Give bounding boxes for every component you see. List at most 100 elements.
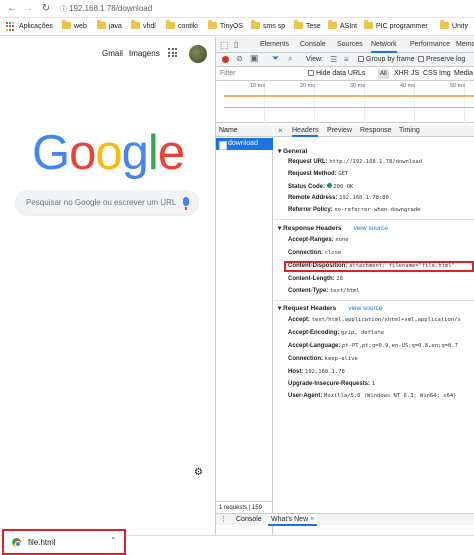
record-icon[interactable]: [222, 56, 229, 63]
folder-icon: [131, 20, 140, 29]
tab-network[interactable]: Network: [371, 37, 397, 53]
forward-icon[interactable]: →: [22, 3, 34, 15]
tab-headers[interactable]: Headers: [292, 125, 319, 137]
drawer-tabbar: ⋮ Console What's New ×: [216, 513, 474, 526]
gmail-link[interactable]: Gmail: [102, 49, 123, 58]
bookmark-vhdl[interactable]: vhdl: [131, 20, 156, 32]
request-row-download[interactable]: download: [216, 138, 273, 150]
google-logo: Google: [32, 123, 185, 183]
apps-icon[interactable]: [6, 22, 15, 31]
group-by-frame-toggle[interactable]: Group by frame: [358, 56, 415, 63]
request-headers-toggle[interactable]: ▾ Request Headers view source: [278, 304, 383, 312]
camera-icon[interactable]: ▣: [250, 53, 259, 64]
filter-css[interactable]: CSS: [423, 70, 437, 77]
search-placeholder: Pesquisar no Google ou escrever um URL: [26, 198, 177, 207]
bookmark-tinyos[interactable]: TinyOS: [208, 20, 243, 32]
close-icon[interactable]: ×: [278, 125, 283, 137]
address-bar[interactable]: ⓘ 192.168.1.78/download: [60, 2, 470, 16]
download-item[interactable]: file.html ⌃: [2, 529, 126, 555]
tick-label: 20 ms: [300, 83, 315, 89]
drawer-tab-console[interactable]: Console: [236, 516, 262, 523]
name-column-header[interactable]: Name: [216, 125, 273, 137]
download-filename: file.html: [28, 538, 56, 547]
bookmark-contiki[interactable]: contiki: [166, 20, 198, 32]
highlight-box: [284, 261, 474, 272]
folder-icon: [294, 20, 303, 29]
filter-img[interactable]: Img: [439, 70, 451, 77]
filter-media[interactable]: Media: [454, 70, 473, 77]
folder-icon: [328, 20, 337, 29]
tab-memory[interactable]: Memo: [456, 37, 474, 53]
close-icon[interactable]: ×: [310, 516, 314, 523]
images-link[interactable]: Imagens: [129, 49, 160, 58]
filter-xhr[interactable]: XHR: [394, 70, 409, 77]
list-view-icon[interactable]: ☰: [330, 55, 337, 64]
header-row: Request Method: GET: [288, 171, 349, 177]
microphone-icon[interactable]: [183, 197, 189, 210]
search-icon[interactable]: ⌕: [288, 54, 292, 64]
bookmark-java[interactable]: java: [97, 20, 122, 32]
inspect-icon[interactable]: ⬚: [220, 37, 229, 53]
filter-js[interactable]: JS: [411, 70, 419, 77]
folder-icon: [440, 20, 449, 29]
response-headers-toggle[interactable]: ▾ Response Headers view source: [278, 224, 388, 232]
filter-icon[interactable]: ⏷: [272, 53, 279, 64]
bookmark-sms-sp[interactable]: sms sp: [251, 20, 285, 32]
header-row: Request URL: http://192.168.1.78/downloa…: [288, 159, 423, 165]
clear-icon[interactable]: ⊘: [236, 54, 243, 63]
avatar[interactable]: [189, 45, 207, 63]
devtools-tabbar: ⬚ ▯ Elements Console Sources Network Per…: [216, 37, 474, 53]
view-source-link[interactable]: view source: [354, 225, 388, 232]
folder-icon: [97, 20, 106, 29]
google-apps-icon[interactable]: [168, 48, 177, 57]
tab-response[interactable]: Response: [360, 125, 392, 137]
folder-icon: [166, 20, 175, 29]
status-ok-icon: [326, 183, 332, 188]
tab-performance[interactable]: Performance: [410, 37, 450, 53]
bookmark-apps[interactable]: Aplicações: [19, 22, 53, 32]
bookmark-pic-programmer[interactable]: PIC programmer: [364, 20, 428, 32]
browser-toolbar: ← → ↻ ⓘ 192.168.1.78/download: [0, 0, 474, 18]
search-input[interactable]: Pesquisar no Google ou escrever um URL: [15, 190, 199, 216]
waterfall-icon[interactable]: ≡: [344, 55, 349, 64]
header-row: Remote Address: 192.168.1.78:80: [288, 195, 389, 201]
view-source-link[interactable]: view source: [348, 305, 382, 312]
tab-elements[interactable]: Elements: [260, 37, 289, 53]
tick-label: 40 ms: [400, 83, 415, 89]
drawer-menu-icon[interactable]: ⋮: [220, 515, 227, 523]
view-label: View:: [306, 56, 323, 63]
hide-data-urls-toggle[interactable]: Hide data URLs: [308, 70, 365, 77]
bookmark-web[interactable]: web: [62, 20, 87, 32]
back-icon[interactable]: ←: [6, 3, 18, 15]
network-status-bar: 1 requests | 159: [216, 501, 273, 513]
preserve-log-toggle[interactable]: Preserve log: [418, 56, 465, 63]
device-toggle-icon[interactable]: ▯: [234, 37, 238, 53]
bookmark-asint[interactable]: ASInt: [328, 20, 357, 32]
chevron-up-icon[interactable]: ⌃: [110, 536, 117, 545]
drawer-tab-whats-new[interactable]: What's New ×: [268, 514, 318, 526]
google-page: Gmail Imagens Google Pesquisar no Google…: [0, 37, 215, 535]
tab-preview[interactable]: Preview: [327, 125, 352, 137]
tick-label: 50 ms: [450, 83, 465, 89]
logo-letter: e: [157, 126, 185, 180]
header-row: Referrer Policy: no-referrer-when-downgr…: [288, 207, 421, 213]
tab-console[interactable]: Console: [300, 37, 326, 53]
gear-icon[interactable]: ⚙: [194, 467, 203, 478]
filter-input[interactable]: Filter: [220, 70, 236, 77]
chrome-file-icon: [12, 538, 21, 547]
reload-icon[interactable]: ↻: [40, 3, 52, 15]
bookmark-unity[interactable]: Unity: [440, 20, 468, 32]
logo-letter: l: [147, 126, 159, 180]
tab-sources[interactable]: Sources: [337, 37, 363, 53]
filter-all-button[interactable]: All: [378, 69, 389, 79]
divider: [274, 219, 474, 220]
checkbox-icon: [358, 56, 364, 62]
general-section-toggle[interactable]: ▾ General: [278, 147, 307, 155]
logo-letter: o: [69, 126, 96, 180]
tab-timing[interactable]: Timing: [399, 125, 420, 137]
checkbox-icon: [418, 56, 424, 62]
bookmark-tese[interactable]: Tese: [294, 20, 321, 32]
network-overview[interactable]: 10 ms 20 ms 30 ms 40 ms 50 ms: [216, 81, 474, 123]
header-row: Connection: close: [288, 250, 342, 256]
header-row: Status Code: 200 OK: [288, 183, 354, 190]
